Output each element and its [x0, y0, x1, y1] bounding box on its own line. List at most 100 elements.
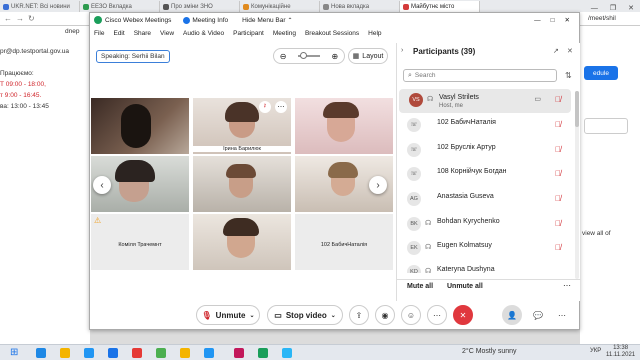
scrollbar[interactable] — [575, 91, 579, 279]
webex-maximize-icon[interactable]: □ — [546, 17, 560, 24]
unmute-button[interactable]: 🎙 Unmute ⌄ — [196, 305, 260, 325]
file-explorer-icon[interactable] — [60, 348, 70, 358]
mic-muted-icon[interactable]: 🎙̸ — [555, 194, 561, 203]
menu-file[interactable]: File — [94, 30, 104, 37]
mic-muted-icon[interactable]: 🎙̸ — [555, 95, 561, 104]
collapse-icon[interactable]: › — [401, 47, 403, 54]
participants-toggle-button[interactable]: 👤 — [502, 305, 522, 325]
browser-tab[interactable]: UKR.NET: Всі новини — [0, 1, 80, 12]
opera-icon[interactable] — [132, 348, 142, 358]
menu-edit[interactable]: Edit — [113, 30, 124, 37]
tab-label: ЕЕЗО Вкладка — [91, 3, 132, 10]
scrollbar-thumb[interactable] — [575, 91, 579, 127]
zoom-in-icon[interactable]: ⊕ — [332, 52, 339, 61]
mic-muted-icon[interactable]: 🎙̸ — [555, 169, 561, 178]
layout-button[interactable]: ▦ Layout — [348, 48, 388, 64]
telegram-icon[interactable] — [282, 348, 292, 358]
clock[interactable]: 13:38 11.11.2021 — [606, 345, 635, 359]
tile-name: Коміля Трачемнт — [118, 242, 162, 248]
meeting-info[interactable]: Meeting Info — [192, 17, 228, 24]
reload-icon[interactable]: ↻ — [28, 14, 35, 23]
webex-logo-icon — [94, 16, 102, 24]
telegram-icon[interactable] — [84, 348, 94, 358]
hide-menu-bar[interactable]: Hide Menu Bar — [242, 17, 285, 24]
excel-icon[interactable] — [156, 348, 166, 358]
chevron-up-icon[interactable]: ⌃ — [288, 17, 293, 24]
close-icon[interactable]: ✕ — [622, 4, 640, 12]
video-tile[interactable] — [193, 214, 291, 270]
edge-icon[interactable] — [36, 348, 46, 358]
browser-tab[interactable]: Комунікаційне — [240, 1, 320, 12]
menu-participant[interactable]: Participant — [233, 30, 264, 37]
previous-page-button[interactable]: ‹ — [93, 176, 111, 194]
chat-button[interactable]: 💬 — [528, 305, 548, 325]
maximize-icon[interactable]: ❐ — [604, 4, 622, 12]
back-icon[interactable]: ← — [4, 14, 12, 23]
browser-tab-active[interactable]: Майбутнє місто — [400, 1, 480, 12]
zoom-slider[interactable] — [298, 52, 320, 59]
mic-muted-icon[interactable]: 🎙̸ — [555, 145, 561, 154]
person-hair — [223, 218, 259, 236]
video-tile[interactable]: 𝄽 ⋯ Ірина Барилюк — [193, 98, 291, 154]
participant-row[interactable]: BK ☊ Bohdan Kyrychenko 🎙̸ — [397, 213, 571, 237]
participant-row[interactable]: AG Anastasia Guseva 🎙̸ — [397, 188, 571, 212]
chrome-icon[interactable] — [180, 348, 190, 358]
schedule-button[interactable]: edule — [584, 66, 618, 80]
close-panel-icon[interactable]: ✕ — [567, 47, 573, 55]
menu-meeting[interactable]: Meeting — [273, 30, 296, 37]
video-tile[interactable] — [295, 98, 393, 154]
mute-all-button[interactable]: Mute all — [407, 283, 433, 290]
end-call-button[interactable]: ✕ — [453, 305, 473, 325]
language-indicator[interactable]: УКР — [590, 348, 601, 354]
video-tile[interactable]: ⚠ Коміля Трачемнт — [91, 214, 189, 270]
mic-muted-icon[interactable]: 🎙̸ — [555, 243, 561, 252]
sort-icon[interactable]: ⇅ — [565, 71, 572, 80]
zoom-out-icon[interactable]: ⊖ — [280, 52, 287, 61]
participant-row[interactable]: ☏ 102 БабичНаталія 🎙̸ — [397, 114, 571, 138]
mic-muted-icon[interactable]: 🎙̸ — [555, 120, 561, 129]
word-icon[interactable] — [108, 348, 118, 358]
participant-row[interactable]: VS ☊ Vasyl Strilets Host, me ▭ 🎙̸ — [399, 89, 571, 113]
webex-taskbar-icon[interactable] — [258, 348, 268, 358]
viber-icon[interactable] — [234, 348, 244, 358]
reactions-button[interactable]: ☺ — [401, 305, 421, 325]
webex-close-icon[interactable]: ✕ — [560, 16, 575, 24]
share-button[interactable]: ⇪ — [349, 305, 369, 325]
menu-audio-video[interactable]: Audio & Video — [183, 30, 224, 37]
more-options-icon[interactable]: ⋯ — [563, 281, 571, 290]
app-icon[interactable] — [204, 348, 214, 358]
popout-icon[interactable]: ↗ — [553, 47, 559, 55]
record-button[interactable]: ◉ — [375, 305, 395, 325]
participant-row[interactable]: ☏ 108 Корнійчук Богдан 🎙̸ — [397, 163, 571, 187]
next-page-button[interactable]: › — [369, 176, 387, 194]
participant-row[interactable]: EK ☊ Eugen Kolmatsuy 🎙̸ — [397, 237, 571, 261]
menu-help[interactable]: Help — [368, 30, 381, 37]
menu-breakout[interactable]: Breakout Sessions — [305, 30, 359, 37]
menu-view[interactable]: View — [160, 30, 174, 37]
search-input[interactable] — [414, 72, 535, 79]
more-panels-button[interactable]: ⋯ — [552, 305, 572, 325]
browser-tab[interactable]: Нова вкладка — [320, 1, 400, 12]
more-options-icon[interactable]: ⋯ — [275, 101, 287, 113]
video-camera-icon: ▭ — [274, 310, 282, 320]
unmute-all-button[interactable]: Unmute all — [447, 283, 483, 290]
participant-row[interactable]: KD ☊ Kateryna Dushyna — [397, 261, 571, 273]
video-tile[interactable] — [91, 98, 189, 154]
webex-minimize-icon[interactable]: — — [529, 17, 546, 24]
browser-tab[interactable]: ЕЕЗО Вкладка — [80, 1, 160, 12]
video-tile[interactable] — [193, 156, 291, 212]
tab-label: Майбутнє місто — [411, 3, 455, 10]
menu-share[interactable]: Share — [134, 30, 151, 37]
forward-icon[interactable]: → — [16, 14, 24, 23]
video-tile[interactable]: 102 БабичНаталія — [295, 214, 393, 270]
browser-tab[interactable]: Про зміни ЗНО — [160, 1, 240, 12]
input-box[interactable] — [584, 118, 628, 134]
mic-muted-icon[interactable]: 🎙̸ — [555, 219, 561, 228]
windows-start-icon[interactable]: ⊞ — [10, 347, 18, 358]
participant-search[interactable]: ⌕ — [403, 69, 557, 82]
stop-video-button[interactable]: ▭ Stop video ⌄ — [267, 305, 343, 325]
more-button[interactable]: ⋯ — [427, 305, 447, 325]
weather[interactable]: 2°C Mostly sunny — [462, 348, 517, 355]
minimize-icon[interactable]: — — [585, 5, 604, 12]
participant-row[interactable]: ☏ 102 Бруслік Артур 🎙̸ — [397, 139, 571, 163]
